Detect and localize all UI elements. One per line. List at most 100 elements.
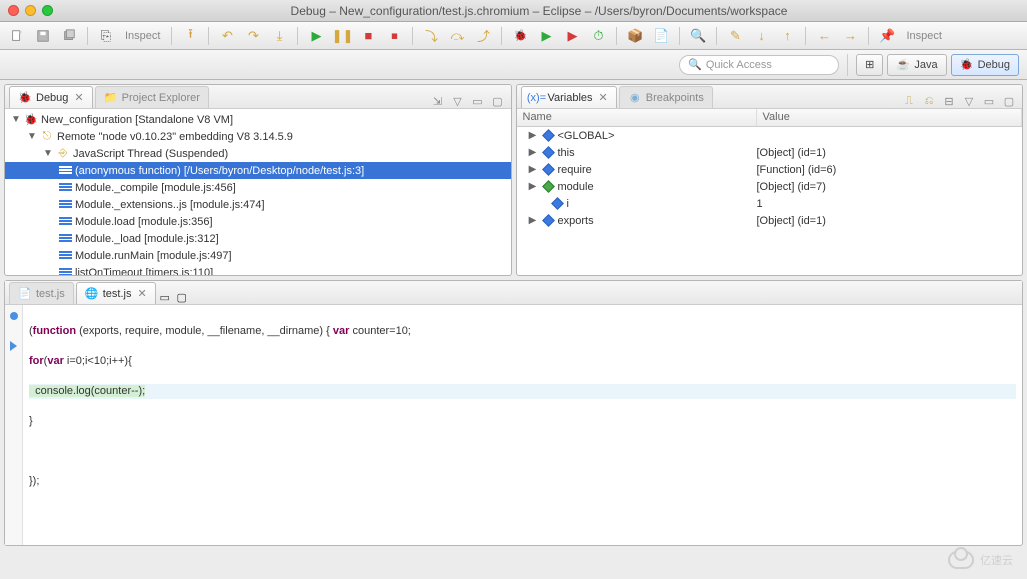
collapse-all-icon[interactable]: ⊟ bbox=[942, 94, 956, 108]
tab-debug[interactable]: 🐞 Debug ✕ bbox=[9, 86, 93, 108]
suspend-button[interactable]: ❚❚ bbox=[331, 25, 353, 47]
editor-tab-inactive[interactable]: 📄 test.js bbox=[9, 282, 74, 304]
variables-table[interactable]: Name Value ▶ <GLOBAL> ▶ this [Object] (id=… bbox=[517, 109, 1023, 275]
maximize-icon[interactable]: ▢ bbox=[175, 290, 189, 304]
twist-icon[interactable]: ▶ bbox=[527, 130, 539, 141]
step-return-button[interactable]: ⤴ bbox=[472, 25, 494, 47]
profile-button[interactable]: ⏱ bbox=[587, 25, 609, 47]
search-button[interactable]: 🔍 bbox=[687, 25, 709, 47]
maximize-icon[interactable]: ▢ bbox=[491, 94, 505, 108]
tree-thread[interactable]: ▼ ⎆ JavaScript Thread (Suspended) bbox=[5, 145, 511, 162]
variables-header: Name Value bbox=[517, 109, 1023, 127]
maximize-icon[interactable]: ▢ bbox=[1002, 94, 1016, 108]
view-menu-icon[interactable]: ▽ bbox=[962, 94, 976, 108]
stack-frame[interactable]: Module._load [module.js:312] bbox=[5, 230, 511, 247]
switch-button[interactable]: ⎘ bbox=[95, 25, 117, 47]
tab-breakpoints-label: Breakpoints bbox=[646, 92, 704, 104]
stack-frame-icon bbox=[59, 234, 72, 243]
view-menu-icon[interactable]: ▽ bbox=[451, 94, 465, 108]
twist-icon[interactable]: ▼ bbox=[11, 114, 21, 125]
close-icon[interactable]: ✕ bbox=[599, 91, 608, 104]
editor-tab-active[interactable]: 🌐 test.js ✕ bbox=[76, 282, 156, 304]
save-all-button[interactable] bbox=[58, 25, 80, 47]
resume-button[interactable]: ▶ bbox=[305, 25, 327, 47]
minimize-icon[interactable]: ▭ bbox=[982, 94, 996, 108]
stack-frame[interactable]: (anonymous function) [/Users/byron/Deskt… bbox=[5, 162, 511, 179]
new-button[interactable] bbox=[6, 25, 28, 47]
variable-name: <GLOBAL> bbox=[558, 130, 615, 142]
twist-icon[interactable]: ▶ bbox=[527, 215, 539, 226]
header-name[interactable]: Name bbox=[517, 109, 757, 126]
forward-button[interactable]: → bbox=[839, 25, 861, 47]
variable-row[interactable]: i 1 bbox=[517, 195, 1023, 212]
main-toolbar: ⎘ Inspect ⭱ ↶ ↷ ⤓ ▶ ❚❚ ■ ⏹ ⤵ ⤼ ⤴ 🐞 ▶ ▶ ⏱… bbox=[0, 22, 1027, 50]
variable-row[interactable]: ▶this [Object] (id=1) bbox=[517, 144, 1023, 161]
drop-frame-button[interactable]: ⤓ bbox=[268, 25, 290, 47]
save-button[interactable] bbox=[32, 25, 54, 47]
next-annotation-button[interactable]: ↓ bbox=[750, 25, 772, 47]
ext-run-button[interactable]: ▶ bbox=[561, 25, 583, 47]
disconnect-button[interactable]: ⏹ bbox=[383, 25, 405, 47]
debug-dropdown-button[interactable]: 🐞 bbox=[509, 25, 531, 47]
stack-frame[interactable]: Module.load [module.js:356] bbox=[5, 213, 511, 230]
new-class-button[interactable]: 📄 bbox=[650, 25, 672, 47]
stack-frame[interactable]: listOnTimeout [timers.js:110] bbox=[5, 264, 511, 275]
tab-breakpoints[interactable]: ◉ Breakpoints bbox=[619, 86, 713, 108]
window-zoom-button[interactable] bbox=[42, 5, 53, 16]
variable-value: [Object] (id=1) bbox=[757, 215, 1023, 227]
stack-frame[interactable]: Module._compile [module.js:456] bbox=[5, 179, 511, 196]
header-value[interactable]: Value bbox=[757, 109, 1023, 126]
twist-icon[interactable]: ▶ bbox=[527, 181, 539, 192]
logical-structure-icon[interactable]: ⎌ bbox=[922, 94, 936, 108]
js-file-icon: 📄 bbox=[18, 287, 32, 301]
stack-frame[interactable]: Module._extensions..js [module.js:474] bbox=[5, 196, 511, 213]
terminate-button[interactable]: ■ bbox=[357, 25, 379, 47]
skip-breakpoints-button[interactable]: ⭱ bbox=[179, 25, 201, 47]
twist-icon[interactable]: ▼ bbox=[27, 131, 37, 142]
toggle-mark-button[interactable]: ✎ bbox=[724, 25, 746, 47]
twist-icon[interactable]: ▼ bbox=[43, 148, 53, 159]
variable-row[interactable]: ▶module [Object] (id=7) bbox=[517, 178, 1023, 195]
back-button[interactable]: ← bbox=[813, 25, 835, 47]
variable-value: [Object] (id=7) bbox=[757, 181, 1023, 193]
prev-annotation-button[interactable]: ↑ bbox=[776, 25, 798, 47]
tree-launch-config[interactable]: ▼ 🐞 New_configuration [Standalone V8 VM] bbox=[5, 111, 511, 128]
resume-forward-button[interactable]: ↷ bbox=[242, 25, 264, 47]
watermark: 亿速云 bbox=[948, 551, 1013, 569]
resume-back-button[interactable]: ↶ bbox=[216, 25, 238, 47]
variable-row[interactable]: ▶exports [Object] (id=1) bbox=[517, 212, 1023, 229]
minimize-icon[interactable]: ▭ bbox=[158, 290, 172, 304]
quick-access-input[interactable]: 🔍 Quick Access bbox=[679, 55, 839, 75]
tab-variables-label: Variables bbox=[548, 92, 593, 104]
editor-body[interactable]: (function (exports, require, module, __f… bbox=[5, 305, 1022, 545]
variable-row[interactable]: ▶require [Function] (id=6) bbox=[517, 161, 1023, 178]
pin-button[interactable]: 📌 bbox=[876, 25, 898, 47]
perspective-debug[interactable]: 🐞 Debug bbox=[951, 54, 1019, 76]
editor-gutter[interactable] bbox=[5, 305, 23, 545]
collapse-icon[interactable]: ⇲ bbox=[431, 94, 445, 108]
run-dropdown-button[interactable]: ▶ bbox=[535, 25, 557, 47]
twist-icon[interactable]: ▶ bbox=[527, 147, 539, 158]
variable-name: this bbox=[558, 147, 575, 159]
stack-frame[interactable]: Module.runMain [module.js:497] bbox=[5, 247, 511, 264]
tab-variables[interactable]: (x)= Variables ✕ bbox=[521, 86, 617, 108]
close-icon[interactable]: ✕ bbox=[137, 287, 146, 300]
code-area[interactable]: (function (exports, require, module, __f… bbox=[23, 305, 1022, 545]
step-into-button[interactable]: ⤵ bbox=[420, 25, 442, 47]
minimize-icon[interactable]: ▭ bbox=[471, 94, 485, 108]
breakpoint-marker[interactable] bbox=[10, 312, 18, 320]
show-type-icon[interactable]: ⎍ bbox=[902, 94, 916, 108]
twist-icon[interactable]: ▶ bbox=[527, 164, 539, 175]
perspective-java[interactable]: ☕ Java bbox=[887, 54, 946, 76]
variable-row[interactable]: ▶ <GLOBAL> bbox=[517, 127, 1023, 144]
toolbar-separator bbox=[868, 27, 869, 45]
window-minimize-button[interactable] bbox=[25, 5, 36, 16]
new-package-button[interactable]: 📦 bbox=[624, 25, 646, 47]
debug-tree[interactable]: ▼ 🐞 New_configuration [Standalone V8 VM]… bbox=[5, 109, 511, 275]
open-perspective-button[interactable]: ⊞ bbox=[856, 54, 883, 76]
tab-project-explorer[interactable]: 📁 Project Explorer bbox=[95, 86, 209, 108]
step-over-button[interactable]: ⤼ bbox=[446, 25, 468, 47]
window-close-button[interactable] bbox=[8, 5, 19, 16]
tree-remote[interactable]: ▼ ⎋ Remote "node v0.10.23" embedding V8 … bbox=[5, 128, 511, 145]
close-icon[interactable]: ✕ bbox=[74, 91, 83, 104]
